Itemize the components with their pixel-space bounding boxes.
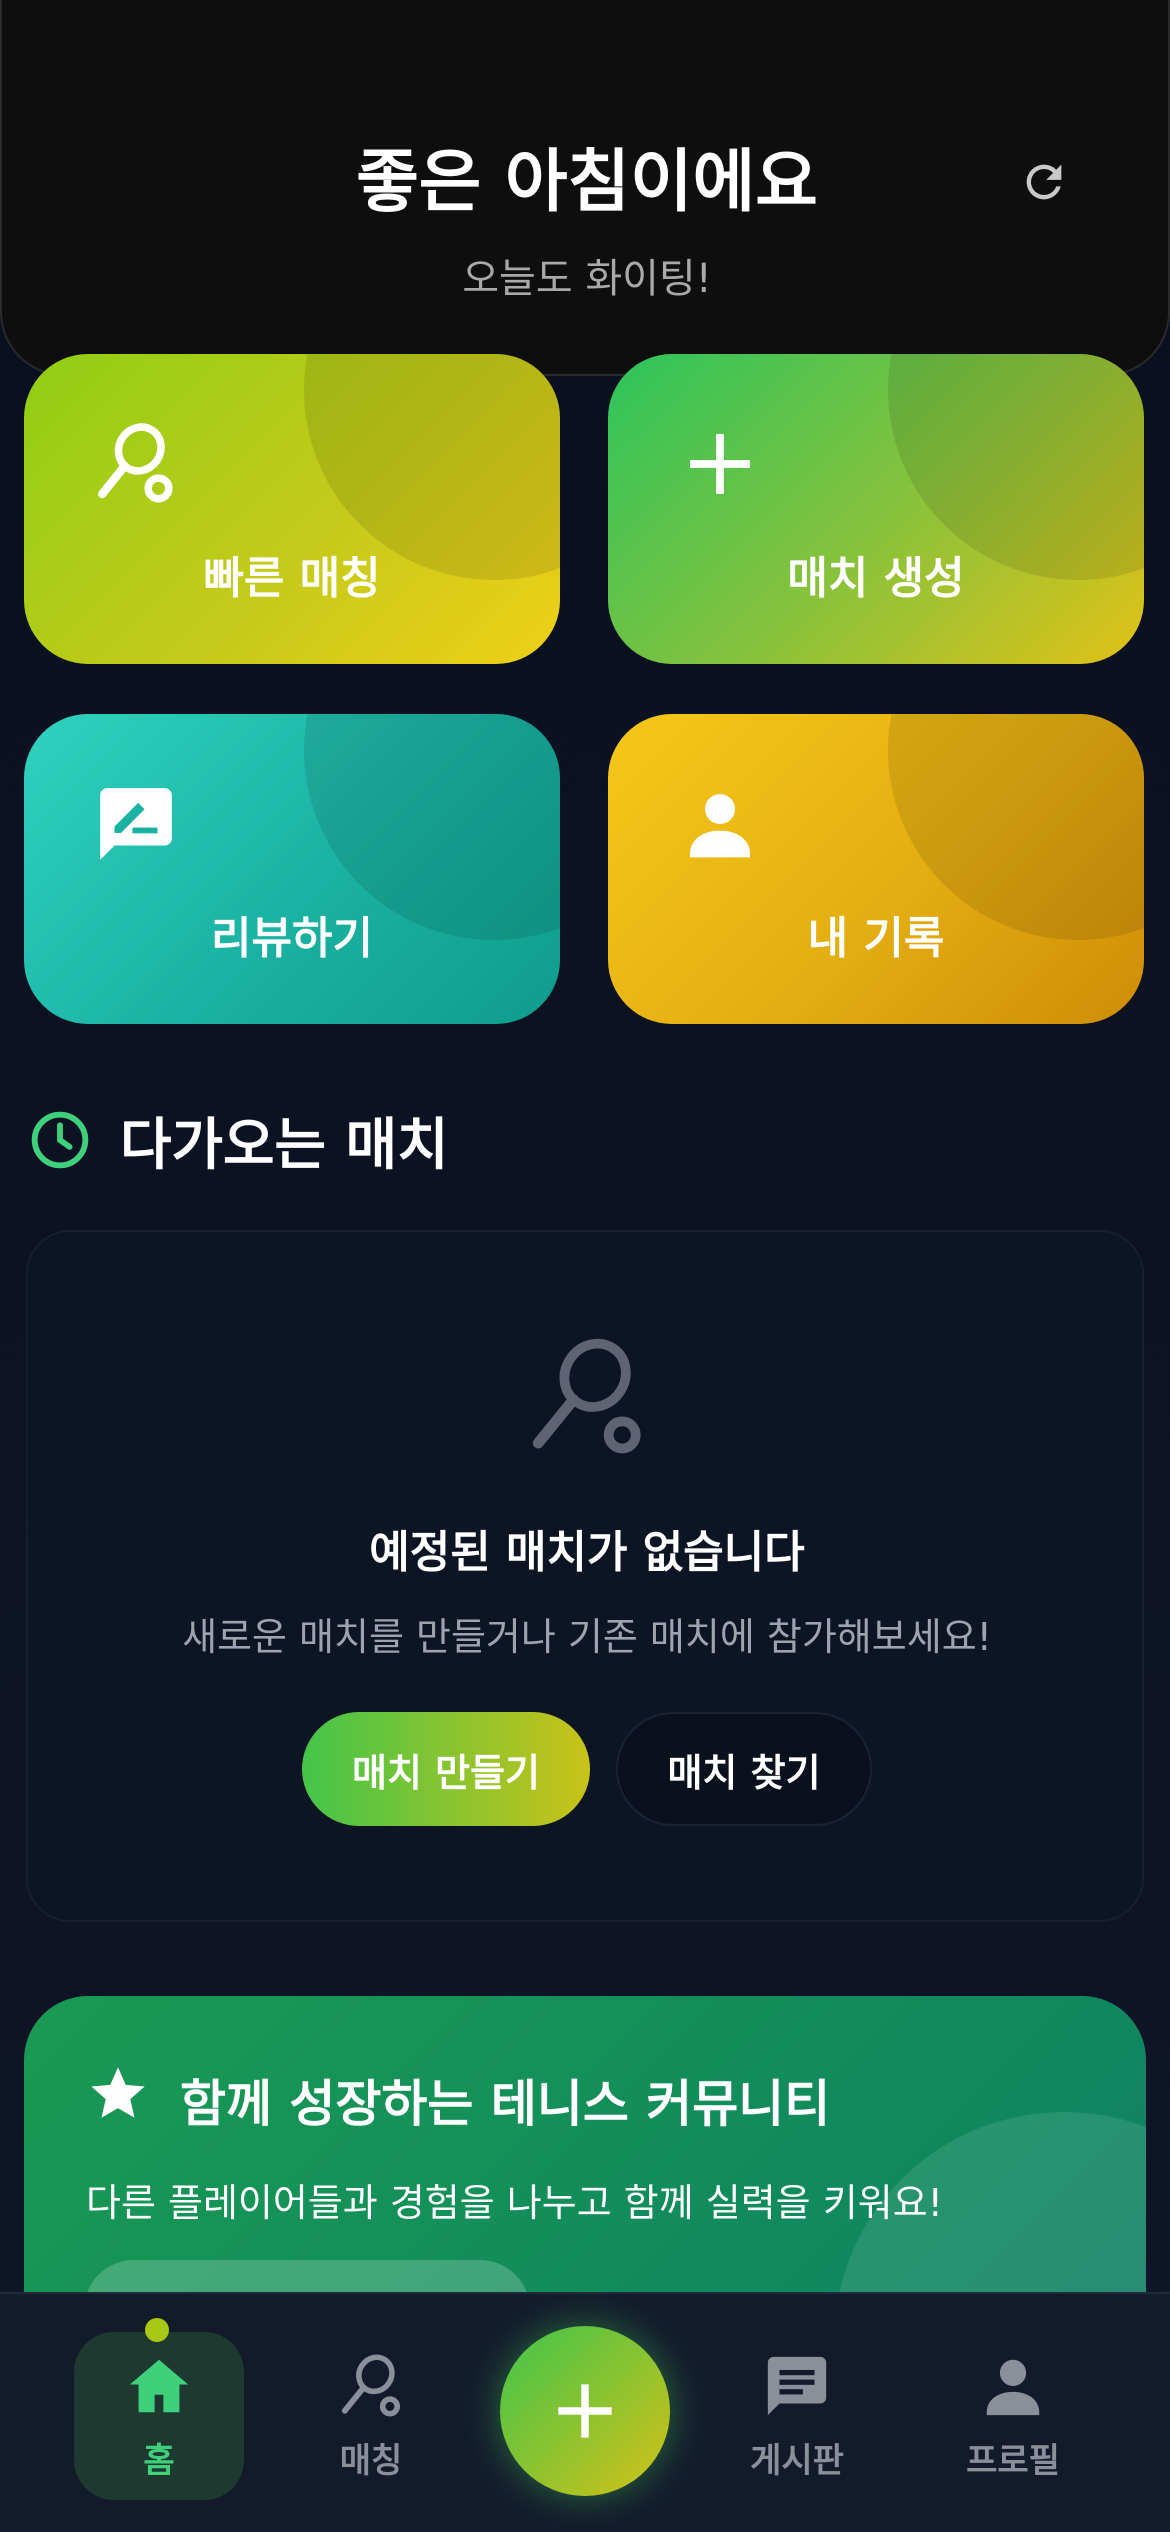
quick-match-card[interactable]: 빠른 매칭 (24, 354, 560, 664)
my-record-label: 내 기록 (807, 913, 945, 964)
plus-icon (558, 2384, 612, 2438)
my-record-card[interactable]: 내 기록 (608, 714, 1144, 1024)
nav-label-board: 게시판 (750, 2440, 844, 2481)
edit-comment-icon (100, 788, 172, 860)
nav-item-match[interactable]: 매칭 (286, 2332, 456, 2500)
header: 좋은 아침이에요 오늘도 화이팅! (0, 0, 1170, 376)
upcoming-heading: 다가오는 매치 (28, 1100, 449, 1180)
find-match-button[interactable]: 매치 찾기 (616, 1712, 872, 1826)
refresh-button[interactable] (1014, 152, 1074, 212)
card-icon-wrap (86, 774, 186, 874)
quick-match-label: 빠른 매칭 (203, 553, 381, 604)
card-icon-wrap (670, 774, 770, 874)
active-indicator-dot (145, 2318, 169, 2342)
card-icon-wrap (86, 414, 186, 514)
tennis-racket-icon (532, 1338, 641, 1454)
community-description: 다른 플레이어들과 경험을 나누고 함께 실력을 키워요! (86, 2181, 943, 2225)
community-title: 함께 성장하는 테니스 커뮤니티 (180, 2075, 831, 2133)
empty-description: 새로운 매치를 만들거나 기존 매치에 참가해보세요! (182, 1615, 992, 1659)
greeting-subtitle: 오늘도 화이팅! (462, 256, 712, 302)
card-icon-wrap (670, 414, 770, 514)
empty-title: 예정된 매치가 없습니다 (369, 1527, 805, 1578)
upcoming-empty-card: 예정된 매치가 없습니다 새로운 매치를 만들거나 기존 매치에 참가해보세요!… (26, 1230, 1144, 1922)
upcoming-title: 다가오는 매치 (120, 1112, 449, 1178)
nav-item-profile[interactable]: 프로필 (928, 2332, 1098, 2500)
create-match-button[interactable]: 매치 만들기 (302, 1712, 590, 1826)
refresh-icon (1026, 164, 1062, 200)
chat-icon (767, 2356, 827, 2415)
nav-item-home[interactable]: 홈 (74, 2332, 244, 2500)
nav-item-board[interactable]: 게시판 (712, 2332, 882, 2500)
tennis-racket-icon (98, 423, 173, 503)
add-fab-button[interactable] (500, 2326, 670, 2496)
nav-label-profile: 프로필 (966, 2440, 1060, 2481)
nav-label-match: 매칭 (339, 2440, 403, 2481)
tennis-racket-icon (341, 2354, 401, 2416)
nav-label-home: 홈 (143, 2440, 175, 2481)
create-match-label: 매치 생성 (787, 553, 965, 604)
plus-icon (690, 434, 750, 494)
review-card[interactable]: 리뷰하기 (24, 714, 560, 1024)
home-icon (129, 2359, 189, 2412)
star-icon (91, 2067, 145, 2118)
greeting-title: 좋은 아침이에요 (356, 143, 818, 222)
review-label: 리뷰하기 (211, 913, 373, 964)
create-match-card[interactable]: 매치 생성 (608, 354, 1144, 664)
person-icon (690, 794, 750, 858)
clock-icon (31, 1111, 89, 1169)
person-icon (986, 2359, 1040, 2415)
